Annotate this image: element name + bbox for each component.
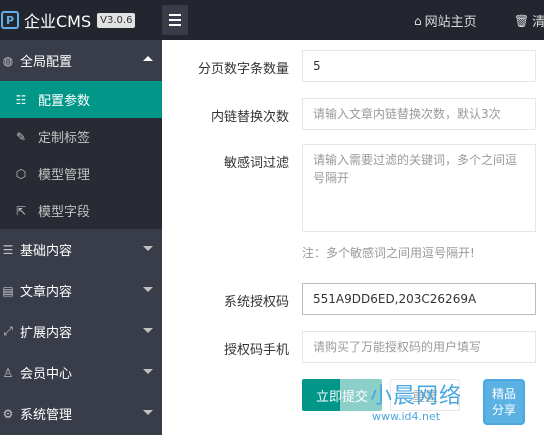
sidebar: ◍ 全局配置 ☷ 配置参数 ✎ 定制标签 ⬡ 模型管理 ⇱ 模型字段 ☰ 基础内… [0, 40, 162, 435]
inner-links-label: 内链替换次数 [210, 110, 289, 125]
globe-icon: ◍ [2, 53, 14, 68]
chevron-down-icon [143, 369, 153, 374]
sidebar-section-global-config[interactable]: ◍ 全局配置 [0, 40, 162, 81]
sensitive-words-hint: 注：多个敏感词之间用逗号隔开! [302, 246, 475, 260]
sidebar-section-member-center[interactable]: ♙ 会员中心 [0, 352, 162, 393]
chevron-down-icon [143, 410, 153, 415]
sidebar-item-label: 配置参数 [38, 94, 91, 109]
sidebar-item-model-manage[interactable]: ⬡ 模型管理 [0, 155, 162, 192]
watermark-title: 小晨网络 [370, 384, 463, 409]
sidebar-section-system-manage[interactable]: ⚙ 系统管理 [0, 393, 162, 434]
sidebar-item-label: 模型管理 [38, 168, 91, 183]
watermark-url: www.id4.net [372, 410, 441, 423]
license-code-input[interactable] [302, 283, 536, 315]
chevron-down-icon [143, 287, 153, 292]
sidebar-item-custom-tags[interactable]: ✎ 定制标签 [0, 118, 162, 155]
sidebar-section-basic-content[interactable]: ☰ 基础内容 [0, 229, 162, 270]
license-code-label: 系统授权码 [223, 295, 289, 310]
website-home-link[interactable]: ⌂ 网站主页 [414, 11, 477, 31]
sidebar-item-model-fields[interactable]: ⇱ 模型字段 [0, 192, 162, 229]
form-row-inner-links: 内链替换次数 [162, 98, 544, 130]
form-row-sensitive-words: 敏感词过滤 注：多个敏感词之间用逗号隔开! [162, 144, 544, 264]
chevron-up-icon [143, 56, 153, 61]
expand-icon: ⤢ [3, 324, 13, 338]
inner-links-input[interactable] [302, 98, 536, 130]
form-row-page-size: 分页数字条数量 [162, 50, 544, 82]
website-home-label: 网站主页 [424, 15, 477, 30]
license-phone-label: 授权码手机 [223, 343, 289, 358]
home-icon: ⌂ [414, 13, 422, 28]
sidebar-section-label: 文章内容 [20, 285, 73, 300]
version-badge: V3.0.6 [97, 12, 136, 28]
sensitive-words-textarea[interactable] [302, 144, 536, 232]
sidebar-section-label: 基础内容 [20, 244, 73, 259]
gear-icon: ⚙ [2, 406, 14, 421]
sidebar-item-label: 模型字段 [38, 205, 91, 220]
cube-icon: ⬡ [15, 166, 27, 181]
license-phone-input[interactable] [302, 331, 536, 363]
chevron-down-icon [143, 246, 153, 251]
form-row-license-phone: 授权码手机 [162, 331, 544, 363]
watermark-badge-line2: 分享 [491, 403, 516, 417]
watermark-badge-line1: 精品 [491, 387, 516, 401]
sidebar-section-label: 扩展内容 [20, 326, 73, 341]
watermark: 小晨网络 www.id4.net 精品 分享 [340, 374, 544, 432]
watermark-badge: 精品 分享 [483, 379, 525, 425]
hamburger-icon [169, 14, 181, 16]
sidebar-item-label: 定制标签 [38, 131, 91, 146]
page-size-label: 分页数字条数量 [197, 62, 289, 77]
logo[interactable]: P 企业CMS V3.0.6 [0, 0, 162, 40]
form-row-license-code: 系统授权码 [162, 283, 544, 315]
sidebar-item-config-params[interactable]: ☷ 配置参数 [0, 81, 162, 118]
sidebar-section-extended-content[interactable]: ⤢ 扩展内容 [0, 311, 162, 352]
top-header: P 企业CMS V3.0.6 ⌂ 网站主页 🗑 清 [0, 0, 544, 40]
external-link-icon: ⇱ [15, 203, 27, 218]
clear-cache-link[interactable]: 🗑 清 [514, 11, 544, 31]
wrench-icon: ✎ [15, 129, 27, 144]
sidebar-section-label: 会员中心 [20, 367, 73, 382]
sidebar-submenu: ☷ 配置参数 ✎ 定制标签 ⬡ 模型管理 ⇱ 模型字段 [0, 81, 162, 229]
page-size-input[interactable] [302, 50, 536, 82]
chevron-down-icon [143, 328, 153, 333]
sidebar-section-label: 全局配置 [20, 55, 73, 70]
sliders-icon: ☷ [15, 92, 27, 107]
sliders-icon: ☰ [2, 242, 14, 257]
app-name: 企业CMS [24, 12, 92, 31]
document-icon: ▤ [2, 283, 14, 298]
trash-icon: 🗑 [514, 13, 530, 28]
sidebar-section-article-content[interactable]: ▤ 文章内容 [0, 270, 162, 311]
menu-toggle-button[interactable] [162, 5, 188, 35]
clear-cache-label: 清 [532, 15, 544, 30]
user-icon: ♙ [2, 365, 14, 380]
hamburger-icon-bar [169, 24, 181, 26]
logo-icon: P [1, 11, 19, 29]
sensitive-words-label: 敏感词过滤 [223, 156, 289, 171]
sidebar-section-label: 系统管理 [20, 408, 73, 423]
hamburger-icon-bar [169, 19, 181, 21]
